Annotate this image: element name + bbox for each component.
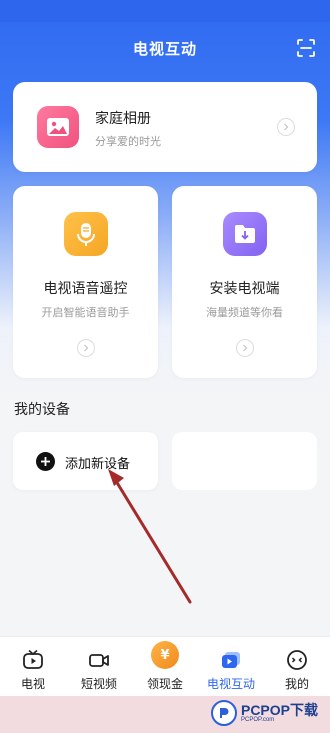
plus-icon [36,452,55,471]
watermark-brand: PCPOP下载 [240,702,318,718]
nav-label-mine: 我的 [284,677,309,691]
nav-item-tv[interactable]: 电视 [0,637,66,697]
nav-label-short-video: 短视频 [80,677,117,691]
add-device-button[interactable]: 添加新设备 [13,432,158,490]
empty-device-slot [172,432,317,490]
chevron-right-icon[interactable] [277,118,295,136]
tv-interact-icon [222,652,240,668]
photo-icon [37,106,79,148]
install-tv-title: 安装电视端 [209,281,280,297]
my-devices-heading: 我的设备 [14,402,70,418]
album-subtitle: 分享爱的时光 [95,135,161,148]
voice-remote-title: 电视语音遥控 [43,281,128,297]
nav-label-tv-interact: 电视互动 [206,677,255,691]
install-tv-subtitle: 海量频道等你看 [206,306,283,319]
voice-remote-subtitle: 开启智能语音助手 [41,306,130,319]
nav-item-tv-interact[interactable]: 电视互动 [198,637,264,697]
album-title: 家庭相册 [95,111,151,127]
video-camera-icon [89,654,109,667]
microphone-icon [63,212,108,256]
nav-label-cash: 领现金 [146,677,183,691]
watermark-strip: PCPOP下载 PCPOP.com [0,696,330,733]
app-header: 电视互动 [0,22,330,72]
chevron-right-icon[interactable] [76,339,95,357]
status-bar [0,0,330,22]
nav-item-short-video[interactable]: 短视频 [66,637,132,697]
bottom-nav: 电视 短视频 ¥ 领现金 电视互动 我的 [0,636,330,696]
scan-icon[interactable] [296,38,316,58]
pcpop-logo-icon [210,700,237,726]
page-title: 电视互动 [132,40,197,58]
nav-item-mine[interactable]: 我的 [264,637,330,697]
watermark: PCPOP下载 PCPOP.com [210,700,318,726]
profile-face-icon [287,650,307,670]
nav-label-tv: 电视 [20,677,45,691]
yuan-coin-icon: ¥ [151,641,179,669]
add-device-label: 添加新设备 [65,457,131,472]
install-tv-card[interactable]: 安装电视端 海量频道等你看 [172,186,317,378]
voice-remote-card[interactable]: 电视语音遥控 开启智能语音助手 [13,186,158,378]
tv-icon [23,649,43,669]
chevron-right-icon[interactable] [235,339,254,357]
family-album-card[interactable]: 家庭相册 分享爱的时光 [13,82,317,172]
folder-download-icon [222,212,267,256]
nav-item-cash[interactable]: ¥ 领现金 [132,637,198,697]
